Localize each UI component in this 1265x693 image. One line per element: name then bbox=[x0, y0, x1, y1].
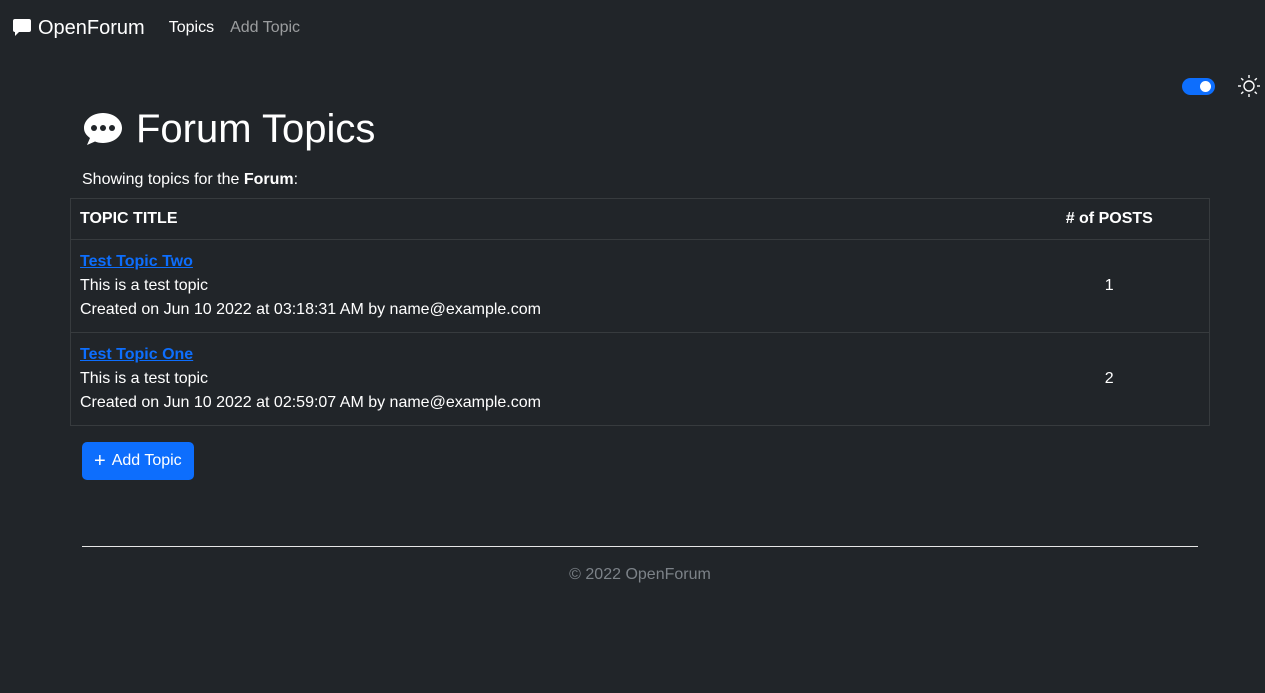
topic-title-link[interactable]: Test Topic One bbox=[80, 346, 193, 363]
brand-name: OpenForum bbox=[38, 16, 145, 39]
footer-copyright: © 2022 OpenForum bbox=[569, 566, 711, 583]
column-header-posts: # of POSTS bbox=[1009, 198, 1210, 240]
chat-dots-icon bbox=[84, 113, 122, 145]
topic-title-link[interactable]: Test Topic Two bbox=[80, 253, 193, 270]
navbar: OpenForum Topics Add Topic bbox=[0, 0, 1265, 56]
table-row: Test Topic Two This is a test topic Crea… bbox=[70, 239, 1210, 333]
main-content: Forum Topics Showing topics for the Foru… bbox=[70, 100, 1210, 480]
plus-icon: + bbox=[94, 450, 106, 472]
posts-count: 1 bbox=[1009, 239, 1210, 333]
page-title: Forum Topics bbox=[82, 100, 1210, 158]
theme-toggle bbox=[1182, 74, 1261, 98]
topics-table: TOPIC TITLE # of POSTS Test Topic Two Th… bbox=[70, 198, 1210, 426]
topic-description: This is a test topic bbox=[80, 277, 209, 294]
footer-divider bbox=[82, 546, 1198, 547]
nav-link-add-topic[interactable]: Add Topic bbox=[230, 19, 300, 37]
add-topic-button[interactable]: + Add Topic bbox=[82, 442, 194, 480]
switch-knob bbox=[1200, 80, 1211, 92]
brand-link[interactable]: OpenForum bbox=[12, 17, 145, 40]
topic-description: This is a test topic bbox=[80, 370, 209, 387]
topic-cell: Test Topic Two This is a test topic Crea… bbox=[70, 239, 1010, 333]
theme-switch[interactable] bbox=[1182, 77, 1215, 95]
topic-meta: Created on Jun 10 2022 at 03:18:31 AM by… bbox=[80, 301, 541, 318]
subtitle-forum-name: Forum bbox=[243, 171, 294, 188]
sun-icon[interactable] bbox=[1237, 74, 1261, 98]
table-header-row: TOPIC TITLE # of POSTS bbox=[70, 198, 1210, 240]
topic-meta: Created on Jun 10 2022 at 02:59:07 AM by… bbox=[80, 394, 541, 411]
subtitle-prefix: Showing topics for the bbox=[82, 171, 244, 188]
subtitle-suffix: : bbox=[293, 171, 299, 188]
add-topic-button-label: Add Topic bbox=[111, 452, 182, 469]
posts-count: 2 bbox=[1009, 332, 1210, 426]
page-title-text: Forum Topics bbox=[136, 106, 376, 151]
topic-cell: Test Topic One This is a test topic Crea… bbox=[70, 332, 1010, 426]
chat-bubble-icon bbox=[13, 19, 31, 36]
column-header-topic-title: TOPIC TITLE bbox=[70, 198, 1010, 240]
nav-link-topics[interactable]: Topics bbox=[169, 19, 214, 37]
table-row: Test Topic One This is a test topic Crea… bbox=[70, 332, 1210, 426]
page-subtitle: Showing topics for the Forum: bbox=[82, 162, 1210, 198]
